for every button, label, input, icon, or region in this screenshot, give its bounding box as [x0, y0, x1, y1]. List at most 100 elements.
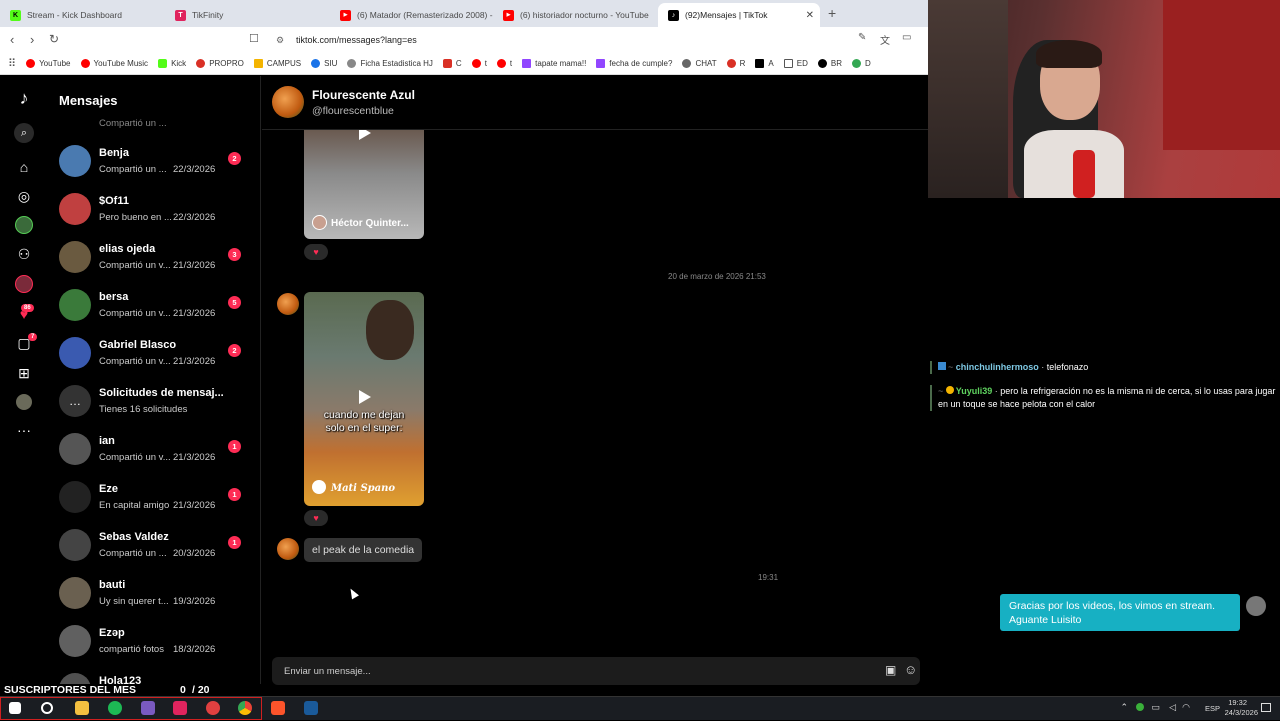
new-tab-button[interactable]: +	[828, 5, 836, 21]
bookmark-icon[interactable]: ☐	[249, 32, 259, 45]
conversation-name: ian	[99, 435, 115, 447]
bookmark-item[interactable]: BR	[817, 59, 842, 68]
conversation-item[interactable]: Sebas Valdez Compartió un ... 20/3/2026 1	[48, 529, 260, 577]
following-avatar-icon[interactable]	[14, 215, 34, 235]
bookmark-item[interactable]: tapate mama!!	[522, 59, 586, 68]
bookmark-item[interactable]: C	[442, 59, 462, 68]
clock-time[interactable]: 19:32	[1228, 698, 1247, 707]
spotify-icon[interactable]	[108, 701, 122, 715]
volume-icon[interactable]: ◁	[1169, 702, 1176, 713]
clock-date[interactable]: 24/3/2026	[1225, 708, 1258, 717]
conversation-item[interactable]: Eze En capital amigo 21/3/2026 1	[48, 481, 260, 529]
subs-count: 0	[180, 684, 186, 696]
image-upload-icon[interactable]: ▣	[885, 663, 896, 677]
conversation-preview: Compartió un ...	[99, 164, 167, 175]
tab-kick-dashboard[interactable]: K Stream - Kick Dashboard	[0, 3, 165, 27]
chat-contact-handle[interactable]: @flourescentblue	[312, 105, 394, 117]
conversation-item[interactable]: Gabriel Blasco Compartió un v... 21/3/2026…	[48, 337, 260, 385]
app-icon[interactable]	[206, 701, 220, 715]
sender-avatar[interactable]	[277, 293, 299, 315]
explore-icon[interactable]: ◎	[14, 186, 34, 206]
shield-icon[interactable]	[1136, 703, 1144, 711]
bookmark-item[interactable]: D	[852, 59, 871, 68]
message-input[interactable]	[272, 657, 872, 685]
apps-grid-icon[interactable]: ⠿	[8, 57, 16, 70]
bookmark-item[interactable]: t	[471, 59, 487, 68]
tiktok-logo-icon[interactable]: ♪	[14, 88, 34, 108]
bookmark-item[interactable]: R	[726, 59, 745, 68]
translate-icon[interactable]: 文	[880, 32, 890, 47]
conversation-item[interactable]: $Of11 Pero bueno en ... 22/3/2026	[48, 193, 260, 241]
wifi-icon[interactable]: ◠	[1182, 702, 1190, 713]
stream-overlay: ~ chinchulinhermoso · telefonazo ~ Yuyul…	[928, 198, 1280, 684]
play-icon[interactable]	[359, 390, 371, 404]
bookmark-item[interactable]: YouTube Music	[80, 59, 148, 68]
tab-tikfinity[interactable]: T TikFinity	[165, 3, 330, 27]
shared-video-1[interactable]: Héctor Quinter...	[304, 130, 424, 239]
conversation-item[interactable]: Ezəp compartió fotos 18/3/2026	[48, 625, 260, 673]
conversation-date: 21/3/2026	[173, 308, 216, 319]
chrome-icon[interactable]	[238, 701, 252, 715]
chat-panel: Flourescente Azul @flourescentblue Hécto…	[262, 76, 928, 685]
heart-reaction[interactable]: ♥	[304, 244, 328, 260]
bookmark-item[interactable]: Ficha Estadistica HJ	[347, 59, 433, 68]
conversation-item[interactable]: bauti Uy sin querer t... 19/3/2026	[48, 577, 260, 625]
shared-video-2[interactable]: cuando me dejan solo en el super: Mati S…	[304, 292, 424, 506]
home-icon[interactable]: ⌂	[14, 157, 34, 177]
brave-icon[interactable]	[271, 701, 285, 715]
siu-icon	[311, 59, 321, 68]
conversation-item[interactable]: … Solicitudes de mensaj... Tienes 16 solic…	[48, 385, 260, 433]
bookmark-item[interactable]: CAMPUS	[253, 59, 301, 68]
notification-icon[interactable]	[1261, 703, 1271, 712]
url-field[interactable]: ⚙ tiktok.com/messages?lang=es	[268, 31, 848, 49]
tikfinity-icon[interactable]	[173, 701, 187, 715]
search-icon[interactable]	[41, 702, 53, 714]
live-icon[interactable]	[14, 274, 34, 294]
heart-reaction[interactable]: ♥	[304, 510, 328, 526]
file-explorer-icon[interactable]	[75, 701, 89, 715]
conversation-item[interactable]: Hola123	[48, 673, 260, 684]
conversation-item[interactable]: elias ojeda Compartió un v... 21/3/2026 3	[48, 241, 260, 289]
tab-youtube-historiador[interactable]: ▶ (6) historiador nocturno - YouTube	[493, 3, 658, 27]
language-indicator[interactable]: ESP	[1205, 704, 1220, 713]
windows-start-icon[interactable]	[9, 702, 21, 714]
chevron-up-icon[interactable]: ⌃	[1120, 702, 1128, 713]
chat-avatar[interactable]	[272, 86, 304, 118]
conversation-item[interactable]: ian Compartió un v... 21/3/2026 1	[48, 433, 260, 481]
bookmark-item[interactable]: t	[496, 59, 512, 68]
bookmark-item[interactable]: fecha de cumple?	[596, 59, 672, 68]
upload-icon[interactable]: ⊞	[14, 363, 34, 383]
steam-icon[interactable]	[304, 701, 318, 715]
reload-icon[interactable]: ↻	[49, 32, 59, 46]
close-icon[interactable]: ✕	[806, 10, 814, 21]
bookmark-item[interactable]: A	[755, 59, 774, 68]
emoji-icon[interactable]: ☺	[904, 662, 917, 677]
bookmark-item[interactable]: CHAT	[682, 59, 717, 68]
discord-icon[interactable]	[141, 701, 155, 715]
conversation-item[interactable]: bersa Compartió un v... 21/3/2026 5	[48, 289, 260, 337]
search-icon[interactable]: ⌕	[14, 123, 34, 143]
bookmark-item[interactable]: Kick	[158, 59, 186, 68]
bookmark-item[interactable]: PROPRO	[196, 59, 244, 68]
extension-icon[interactable]: ✎	[858, 32, 866, 43]
tab-tiktok-messages[interactable]: ♪ (92)Mensajes | TikTok ✕	[658, 3, 820, 27]
network-icon[interactable]: ▭	[1151, 702, 1160, 713]
chat-contact-name[interactable]: Flourescente Azul	[312, 88, 415, 102]
browser-tab-bar: K Stream - Kick Dashboard T TikFinity ▶ …	[0, 0, 928, 27]
conversation-item[interactable]: Benja Compartió un ... 22/3/2026 2	[48, 145, 260, 193]
conversation-date: 19/3/2026	[173, 596, 216, 607]
bookmark-item[interactable]: SIU	[311, 59, 337, 68]
friends-icon[interactable]: ⚇	[14, 244, 34, 264]
cast-icon[interactable]: ▭	[902, 32, 911, 43]
forward-icon[interactable]: ›	[30, 32, 34, 47]
bookmark-item[interactable]: ED	[783, 59, 808, 68]
tab-youtube-matador[interactable]: ▶ (6) Matador (Remasterizado 2008) - Y	[330, 3, 493, 27]
bookmark-item[interactable]: YouTube	[26, 59, 71, 68]
more-icon[interactable]: ···	[14, 420, 34, 440]
profile-avatar-icon[interactable]	[14, 392, 34, 412]
play-icon[interactable]	[359, 130, 371, 140]
sender-avatar[interactable]	[277, 538, 299, 560]
site-info-icon[interactable]: ⚙	[276, 31, 284, 49]
youtube-icon	[26, 59, 36, 68]
back-icon[interactable]: ‹	[10, 32, 14, 47]
